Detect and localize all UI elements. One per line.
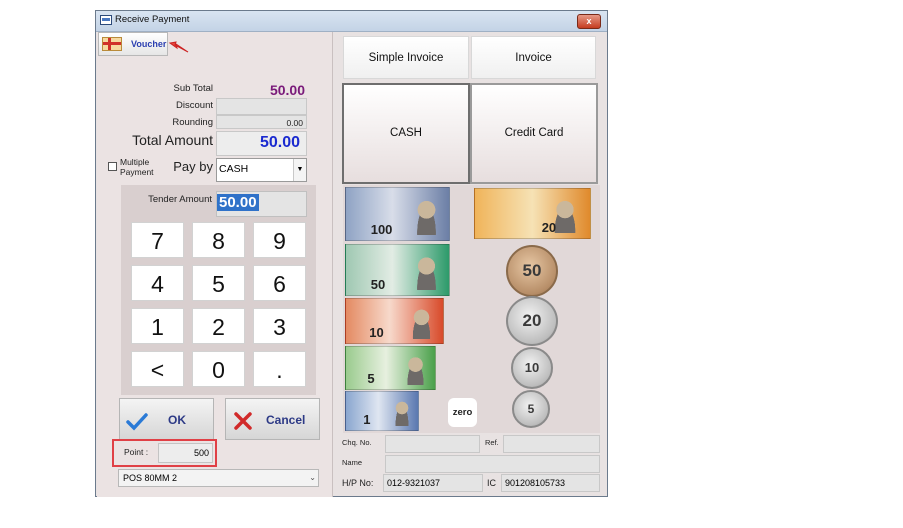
subtotal-value: 50.00	[269, 82, 305, 98]
payby-label: Pay by	[173, 159, 213, 174]
simple-invoice-button[interactable]: Simple Invoice	[343, 36, 469, 79]
hp-value: 012-9321037	[387, 478, 441, 488]
banknote-5[interactable]: 5	[345, 346, 436, 390]
rounding-field: 0.00	[216, 115, 307, 129]
tender-amount-value: 50.00	[217, 194, 259, 211]
voucher-label: Voucher	[131, 39, 167, 49]
chevron-down-icon: ▼	[293, 159, 306, 181]
name-label: Name	[342, 458, 363, 467]
banknote-100[interactable]: 100	[345, 187, 450, 241]
portrait-icon	[411, 250, 441, 290]
app-icon	[100, 15, 112, 25]
key-backspace[interactable]: <	[131, 351, 184, 387]
multiple-payment-label: Multiple Payment	[120, 157, 154, 177]
printer-select[interactable]: POS 80MM 2 ⌄	[118, 469, 319, 487]
voucher-button[interactable]: Voucher	[98, 32, 168, 56]
key-8[interactable]: 8	[192, 222, 245, 258]
credit-card-button[interactable]: Credit Card	[470, 83, 598, 184]
cancel-button[interactable]: Cancel	[225, 398, 320, 440]
payby-select[interactable]: CASH ▼	[216, 158, 307, 182]
key-6[interactable]: 6	[253, 265, 306, 301]
banknote-50-label: 50	[370, 277, 386, 292]
total-amount-field: 50.00	[216, 131, 307, 156]
payby-value: CASH	[219, 163, 249, 175]
chq-label: Chq. No.	[342, 438, 372, 447]
pointer-arrow-icon	[168, 41, 189, 53]
hp-label: H/P No:	[342, 478, 374, 488]
ref-label: Ref.	[485, 438, 499, 447]
key-3[interactable]: 3	[253, 308, 306, 344]
hp-field[interactable]: 012-9321037	[383, 474, 483, 492]
ic-label: IC	[487, 478, 496, 488]
point-value: 500	[158, 443, 213, 463]
portrait-icon	[411, 193, 441, 235]
voucher-icon	[102, 37, 122, 51]
cancel-label: Cancel	[266, 413, 306, 427]
invoice-button[interactable]: Invoice	[471, 36, 596, 79]
key-7[interactable]: 7	[131, 222, 184, 258]
banknote-1[interactable]: 1	[345, 391, 419, 431]
name-field[interactable]	[385, 455, 600, 473]
subtotal-label: Sub Total	[173, 83, 213, 94]
key-1[interactable]: 1	[131, 308, 184, 344]
multiple-payment-checkbox[interactable]	[108, 162, 117, 171]
rounding-label: Rounding	[172, 117, 213, 128]
cash-button[interactable]: CASH	[342, 83, 470, 184]
ref-field[interactable]	[503, 435, 600, 453]
total-amount-value: 50.00	[259, 134, 300, 151]
total-amount-label: Total Amount	[132, 132, 213, 148]
banknote-1-label: 1	[363, 412, 371, 427]
ok-button[interactable]: OK	[119, 398, 214, 440]
portrait-icon	[408, 303, 436, 339]
banknote-20[interactable]: 20	[474, 188, 591, 239]
point-label: Point :	[124, 447, 149, 457]
banknote-100-label: 100	[370, 222, 393, 237]
checkmark-icon	[126, 413, 148, 431]
ic-value: 901208105733	[505, 478, 566, 488]
key-2[interactable]: 2	[192, 308, 245, 344]
close-button[interactable]: x	[577, 14, 601, 29]
coin-10[interactable]: 10	[511, 347, 553, 389]
ok-label: OK	[168, 413, 186, 427]
key-9[interactable]: 9	[253, 222, 306, 258]
rounding-value: 0.00	[286, 118, 303, 128]
banknote-20-label: 20	[541, 220, 557, 235]
banknote-10-label: 10	[369, 325, 384, 340]
ic-field[interactable]: 901208105733	[501, 474, 600, 492]
cross-icon	[234, 412, 252, 430]
key-0[interactable]: 0	[192, 351, 245, 387]
key-decimal[interactable]: .	[253, 351, 306, 387]
discount-label: Discount	[176, 100, 213, 111]
portrait-icon	[392, 395, 413, 427]
discount-field[interactable]	[216, 98, 307, 115]
printer-value: POS 80MM 2	[123, 473, 178, 483]
zero-button[interactable]: zero	[448, 398, 477, 427]
banknote-50[interactable]: 50	[345, 244, 450, 296]
window-title: Receive Payment	[115, 14, 190, 25]
coin-5[interactable]: 5	[512, 390, 550, 428]
title-bar: Receive Payment x	[96, 11, 607, 32]
portrait-icon	[402, 351, 428, 385]
coin-50[interactable]: 50	[506, 245, 558, 297]
chq-field[interactable]	[385, 435, 480, 453]
chevron-down-icon: ⌄	[309, 473, 316, 482]
banknote-5-label: 5	[367, 371, 375, 386]
key-4[interactable]: 4	[131, 265, 184, 301]
tender-amount-label: Tender Amount	[148, 194, 212, 205]
banknote-10[interactable]: 10	[345, 298, 444, 344]
coin-20[interactable]: 20	[506, 296, 558, 346]
key-5[interactable]: 5	[192, 265, 245, 301]
